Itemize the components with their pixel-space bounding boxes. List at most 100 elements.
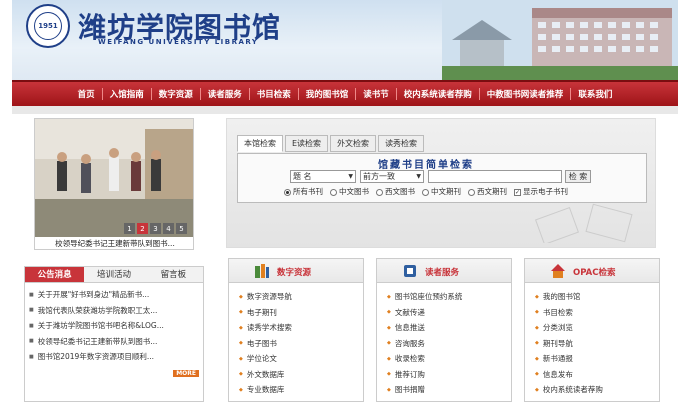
tab-training[interactable]: 培训活动 bbox=[84, 267, 143, 282]
panel-list: 图书馆座位预约系统 文献传递 信息推送 咨询服务 收录检索 推荐订购 图书捐赠 bbox=[377, 283, 511, 398]
nav-reader-services[interactable]: 读者服务 bbox=[201, 88, 249, 100]
slideshow-photo[interactable] bbox=[35, 119, 194, 237]
panel-header: OPAC检索 bbox=[525, 259, 659, 283]
search-title: 馆藏书目简单检索 bbox=[378, 160, 474, 171]
nav-zhongjiao-recommend[interactable]: 中教图书网读者推荐 bbox=[480, 88, 571, 100]
list-item[interactable]: 电子图书 bbox=[239, 336, 363, 352]
list-item[interactable]: 校领导纪委书记王建新带队到图书... bbox=[29, 334, 199, 350]
checkbox-checked-icon: ✓ bbox=[514, 188, 521, 196]
reader-services-panel: 读者服务 图书馆座位预约系统 文献传递 信息推送 咨询服务 收录检索 推荐订购 … bbox=[376, 258, 512, 402]
nav-home[interactable]: 首页 bbox=[71, 88, 102, 100]
list-item[interactable]: 期刊导航 bbox=[535, 336, 659, 352]
show-ebooks-checkbox[interactable]: ✓ 显示电子书刊 bbox=[514, 186, 568, 197]
search-tabs: 本馆检索 E读检索 外文检索 读秀检索 bbox=[237, 135, 425, 152]
tab-e-read-search[interactable]: E读检索 bbox=[285, 135, 329, 152]
field-select[interactable]: 题 名 ▼ bbox=[290, 170, 356, 183]
list-item[interactable]: 收录检索 bbox=[387, 351, 511, 367]
slide-dot-1[interactable]: 1 bbox=[124, 223, 135, 234]
field-select-value: 题 名 bbox=[293, 172, 312, 181]
slideshow-caption[interactable]: 校领导纪委书记王建新带队到图书... bbox=[35, 237, 193, 249]
radio-icon bbox=[422, 188, 429, 196]
slide-dot-5[interactable]: 5 bbox=[176, 223, 187, 234]
list-item[interactable]: 数字资源导航 bbox=[239, 289, 363, 305]
tab-announcements[interactable]: 公告消息 bbox=[25, 267, 85, 282]
search-input[interactable] bbox=[428, 170, 562, 183]
option-label: 西文期刊 bbox=[477, 187, 507, 196]
option-label: 所有书刊 bbox=[293, 187, 323, 196]
panel-header: 读者服务 bbox=[377, 259, 511, 283]
option-label: 中文图书 bbox=[339, 187, 369, 196]
option-label: 中文期刊 bbox=[431, 187, 461, 196]
search-form: 馆藏书目简单检索 题 名 ▼ 前方一致 ▼ 检 索 所有书刊 中文图书 西文图书 中… bbox=[237, 153, 647, 203]
list-item[interactable]: 图书捐赠 bbox=[387, 382, 511, 398]
slide-dot-2[interactable]: 2 bbox=[137, 223, 148, 234]
list-item[interactable]: 我的图书馆 bbox=[535, 289, 659, 305]
list-item[interactable]: 校内系统读者荐购 bbox=[535, 382, 659, 398]
books-icon bbox=[255, 264, 269, 278]
list-item[interactable]: 推荐订购 bbox=[387, 367, 511, 383]
phone-icon bbox=[404, 265, 416, 277]
nav-contact[interactable]: 联系我们 bbox=[571, 88, 619, 100]
catalog-search-panel: 本馆检索 E读检索 外文检索 读秀检索 馆藏书目简单检索 题 名 ▼ 前方一致 ▼ … bbox=[226, 118, 656, 248]
library-building-image bbox=[442, 0, 678, 80]
library-name-en: WEIFANG UNIVERSITY LIBRARY bbox=[98, 38, 259, 46]
tab-duxiu-search[interactable]: 读秀检索 bbox=[378, 135, 425, 152]
panel-header: 数字资源 bbox=[229, 259, 363, 283]
option-label: 西文图书 bbox=[385, 187, 415, 196]
list-item[interactable]: 分类浏览 bbox=[535, 320, 659, 336]
list-item[interactable]: 咨询服务 bbox=[387, 336, 511, 352]
list-item[interactable]: 专业数据库 bbox=[239, 382, 363, 398]
list-item[interactable]: 文献传递 bbox=[387, 305, 511, 321]
list-item[interactable]: 书目检索 bbox=[535, 305, 659, 321]
panel-list: 我的图书馆 书目检索 分类浏览 期刊导航 新书通报 信息发布 校内系统读者荐购 bbox=[525, 283, 659, 398]
nav-guide[interactable]: 入馆指南 bbox=[103, 88, 151, 100]
list-item[interactable]: 关于开展"好书到身边"精品新书... bbox=[29, 287, 199, 303]
more-button[interactable]: MORE bbox=[173, 370, 199, 377]
list-item[interactable]: 信息发布 bbox=[535, 367, 659, 383]
chevron-down-icon: ▼ bbox=[416, 173, 421, 180]
list-item[interactable]: 图书馆2019年数字资源项目顺利... bbox=[29, 349, 199, 365]
tab-guestbook[interactable]: 留言板 bbox=[144, 267, 203, 282]
list-item[interactable]: 读秀学术搜索 bbox=[239, 320, 363, 336]
list-item[interactable]: 电子期刊 bbox=[239, 305, 363, 321]
search-button[interactable]: 检 索 bbox=[565, 170, 591, 183]
list-item[interactable]: 信息推送 bbox=[387, 320, 511, 336]
list-item[interactable]: 我馆代表队荣获潍坊学院教职工太... bbox=[29, 303, 199, 319]
radio-icon bbox=[284, 188, 291, 196]
match-select[interactable]: 前方一致 ▼ bbox=[360, 170, 424, 183]
panel-title: OPAC检索 bbox=[573, 268, 616, 278]
list-item[interactable]: 学位论文 bbox=[239, 351, 363, 367]
university-seal-logo[interactable]: 1951 bbox=[26, 4, 70, 48]
news-tabs: 公告消息 培训活动 留言板 bbox=[25, 267, 203, 283]
news-slideshow[interactable]: 1 2 3 4 5 校领导纪委书记王建新带队到图书... bbox=[34, 118, 194, 250]
digital-resources-panel: 数字资源 数字资源导航 电子期刊 读秀学术搜索 电子图书 学位论文 外文数据库 … bbox=[228, 258, 364, 402]
checkbox-label: 显示电子书刊 bbox=[523, 187, 568, 196]
list-item[interactable]: 新书通报 bbox=[535, 351, 659, 367]
header-band bbox=[12, 106, 678, 114]
list-item[interactable]: 关于潍坊学院图书馆书吧名称&LOG... bbox=[29, 318, 199, 334]
nav-reading-festival[interactable]: 读书节 bbox=[356, 88, 396, 100]
list-item[interactable]: 图书馆座位预约系统 bbox=[387, 289, 511, 305]
panel-title: 数字资源 bbox=[277, 268, 312, 278]
nav-digital-resources[interactable]: 数字资源 bbox=[152, 88, 200, 100]
decorative-background-icon bbox=[534, 203, 633, 243]
slide-dot-3[interactable]: 3 bbox=[150, 223, 161, 234]
search-scope-options: 所有书刊 中文图书 西文图书 中文期刊 西文期刊 ✓ 显示电子书刊 bbox=[284, 186, 568, 197]
tab-foreign-search[interactable]: 外文检索 bbox=[330, 135, 377, 152]
house-icon bbox=[551, 264, 565, 278]
panel-list: 数字资源导航 电子期刊 读秀学术搜索 电子图书 学位论文 外文数据库 专业数据库 bbox=[229, 283, 363, 398]
nav-my-library[interactable]: 我的图书馆 bbox=[299, 88, 356, 100]
option-foreign-books[interactable]: 西文图书 bbox=[376, 186, 415, 197]
option-foreign-journals[interactable]: 西文期刊 bbox=[468, 186, 507, 197]
nav-campus-recommend[interactable]: 校内系统读者荐购 bbox=[397, 88, 479, 100]
slide-dot-4[interactable]: 4 bbox=[163, 223, 174, 234]
slideshow-pager: 1 2 3 4 5 bbox=[124, 223, 187, 234]
main-navigation: 首页 入馆指南 数字资源 读者服务 书目检索 我的图书馆 读书节 校内系统读者荐… bbox=[12, 80, 678, 106]
tab-local-search[interactable]: 本馆检索 bbox=[237, 135, 283, 152]
option-all[interactable]: 所有书刊 bbox=[284, 186, 323, 197]
list-item[interactable]: 外文数据库 bbox=[239, 367, 363, 383]
option-cn-books[interactable]: 中文图书 bbox=[330, 186, 369, 197]
nav-catalog-search[interactable]: 书目检索 bbox=[250, 88, 298, 100]
panel-title: 读者服务 bbox=[425, 268, 460, 278]
option-cn-journals[interactable]: 中文期刊 bbox=[422, 186, 461, 197]
